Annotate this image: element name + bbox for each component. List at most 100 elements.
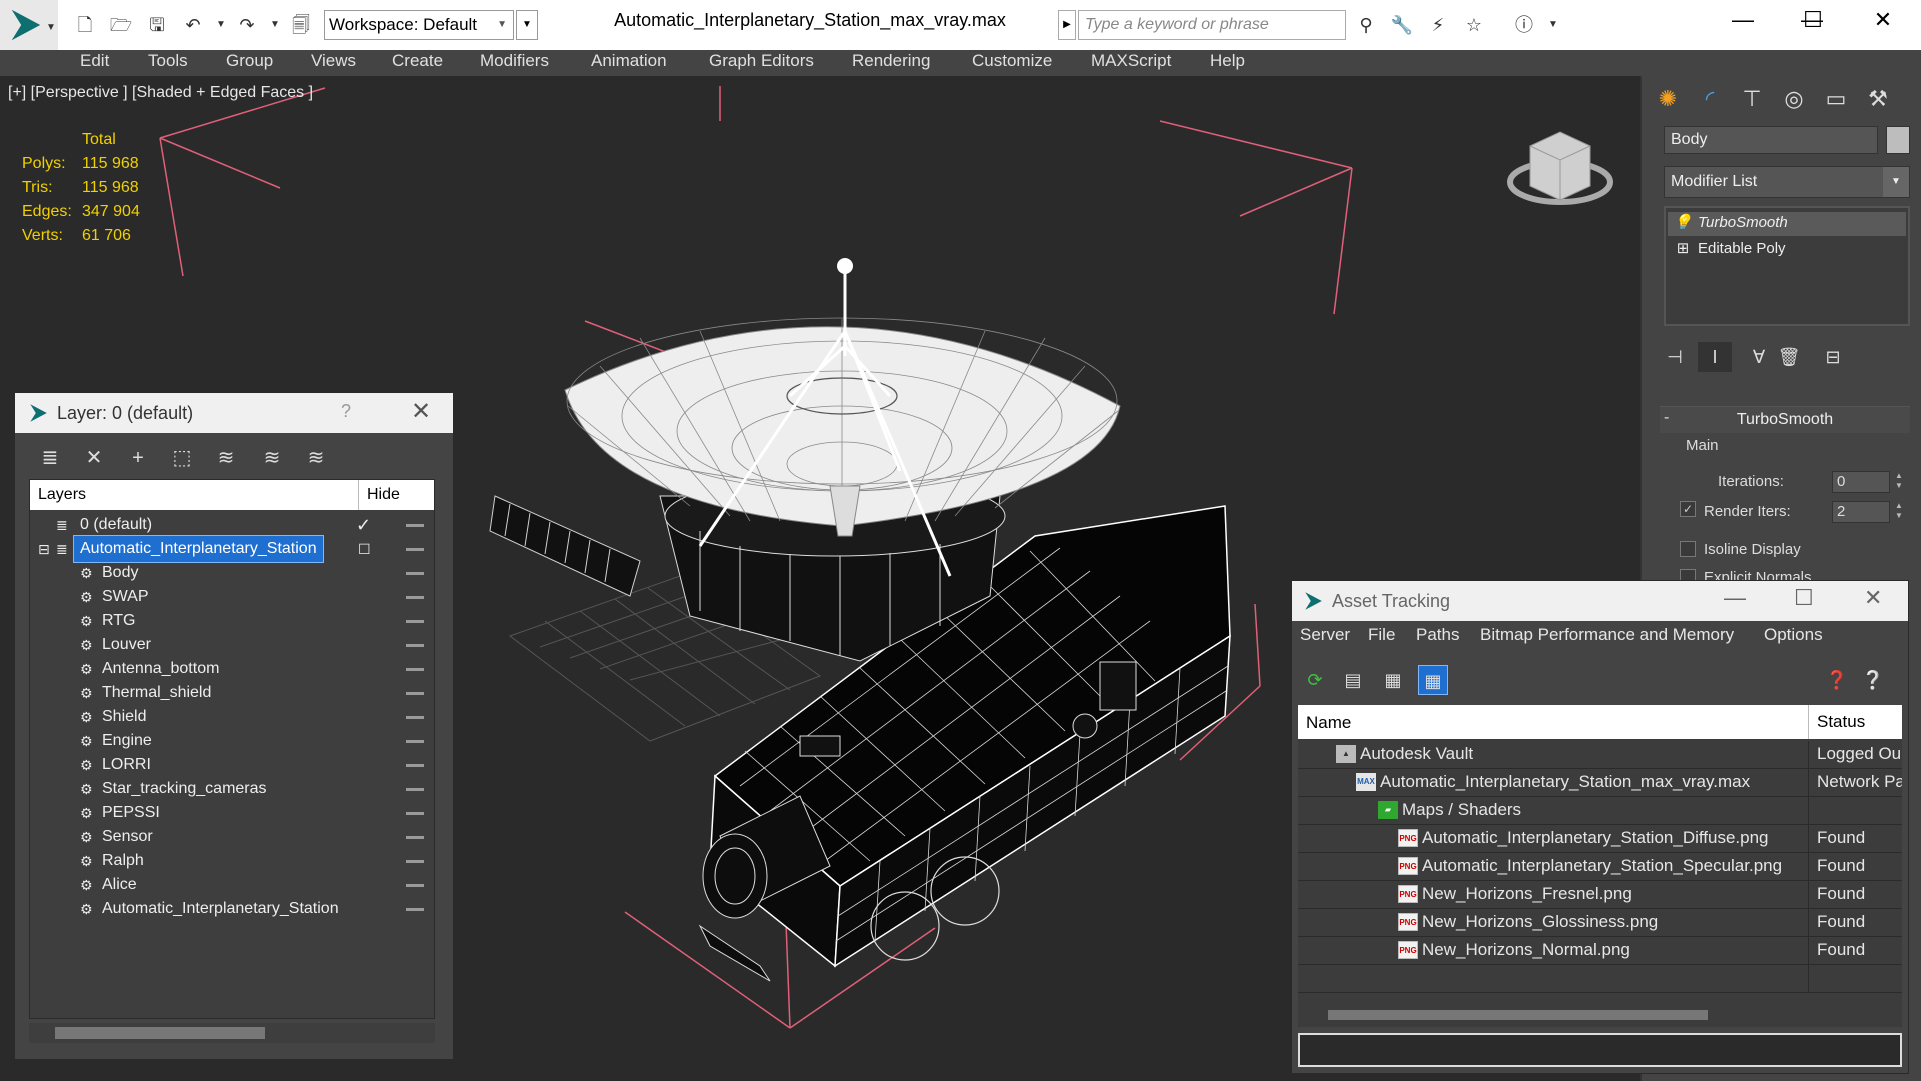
asset-row-png[interactable]: PNG Automatic_Interplanetary_Station_Spe… [1298,853,1902,881]
redo-dropdown-icon[interactable]: ▼ [262,12,288,38]
modify-tab-icon[interactable]: ◜ [1692,82,1728,116]
asset-menu-paths[interactable]: Paths [1416,625,1459,645]
hide-toggle[interactable] [406,764,424,767]
create-tab-icon[interactable]: ✺ [1650,82,1686,116]
menu-group[interactable]: Group [226,50,273,76]
hide-toggle[interactable] [406,572,424,575]
hide-toggle[interactable] [406,668,424,671]
col-name[interactable]: Name [1306,713,1351,733]
open-file-icon[interactable]: 🗁 [108,12,134,38]
search-expand-button[interactable]: ▶ [1058,10,1076,40]
hide-toggle[interactable] [406,548,424,551]
asset-horizontal-scrollbar[interactable] [1298,1005,1902,1025]
undo-icon[interactable]: ↶ [180,12,206,38]
hide-toggle[interactable] [406,620,424,623]
hide-toggle[interactable] [406,596,424,599]
make-unique-icon[interactable]: ∀ [1742,342,1776,372]
asset-menu-file[interactable]: File [1368,625,1395,645]
help-tool-icon[interactable]: ❓ [1822,665,1852,695]
maximize-icon[interactable]: ☐ [1794,585,1814,611]
menu-help[interactable]: Help [1210,50,1245,76]
refresh-icon[interactable]: ⟳ [1300,665,1330,695]
motion-tab-icon[interactable]: ◎ [1776,82,1812,116]
iterations-spinner-arrows[interactable]: ▲ ▼ [1892,471,1906,493]
help-icon[interactable]: ⓘ [1511,12,1537,38]
active-layer-check-icon[interactable]: ✓ [356,512,371,538]
render-iters-spinner[interactable]: 2 [1832,501,1890,523]
asset-dialog-titlebar[interactable]: Asset Tracking — ☐ ✕ [1292,581,1908,621]
hierarchy-tab-icon[interactable]: ⊤ [1734,82,1770,116]
help-icon[interactable]: ? [341,401,351,422]
show-end-result-icon[interactable]: I [1698,342,1732,372]
remove-modifier-icon[interactable]: 🗑 [1772,342,1806,372]
close-icon[interactable]: ✕ [1864,585,1882,611]
object-name-field[interactable]: Body [1664,126,1878,154]
workspace-dropdown[interactable]: Workspace: Default ▼ [324,10,514,40]
layer-item[interactable]: ⚙ Automatic_Interplanetary_Station [30,896,434,924]
minimize-icon[interactable]: — [1724,585,1746,611]
highlight-layer-icon[interactable]: ≋ [211,443,241,473]
menu-maxscript[interactable]: MAXScript [1091,50,1171,76]
select-objects-icon[interactable]: ⬚ [167,443,197,473]
hide-toggle[interactable] [406,644,424,647]
asset-row-maps[interactable]: ▰ Maps / Shaders [1298,797,1902,825]
close-window-button[interactable]: ✕ [1848,0,1918,40]
communication-icon[interactable]: ⚡ [1425,12,1451,38]
search-input[interactable] [1078,10,1346,40]
menu-animation[interactable]: Animation [591,50,667,76]
scrollbar-thumb[interactable] [55,1027,265,1039]
menu-edit[interactable]: Edit [80,50,109,76]
new-layer-icon[interactable]: ≣ [35,443,65,473]
hide-toggle[interactable] [406,860,424,863]
thumbnail-view-icon[interactable]: ▦ [1378,665,1408,695]
asset-row-png[interactable]: PNG New_Horizons_Normal.png Found [1298,937,1902,965]
set-active-layer-icon[interactable]: ☐ [358,536,371,562]
hide-toggle[interactable] [406,716,424,719]
menu-customize[interactable]: Customize [972,50,1052,76]
app-menu-button[interactable]: ▼ [0,0,58,50]
display-tab-icon[interactable]: ▭ [1818,82,1854,116]
undo-dropdown-icon[interactable]: ▼ [208,12,234,38]
maximize-window-button[interactable]: ☐ [1778,0,1848,40]
expand-plus-icon[interactable]: ⊞ [1668,238,1698,260]
freeze-all-layers-icon[interactable]: ≋ [301,443,331,473]
menu-create[interactable]: Create [392,50,443,76]
pin-stack-icon[interactable]: ⊣ [1658,342,1692,372]
project-folder-icon[interactable]: 🗐 [288,12,314,38]
viewport-label[interactable]: [+] [Perspective ] [Shaded + Edged Faces… [8,84,313,102]
asset-row-vault[interactable]: ▲ Autodesk Vault Logged Ou [1298,741,1902,769]
menu-views[interactable]: Views [311,50,356,76]
menu-graph-editors[interactable]: Graph Editors [709,50,814,76]
binoculars-icon[interactable]: ⚲ [1353,12,1379,38]
hide-toggle[interactable] [406,884,424,887]
hide-toggle[interactable] [406,788,424,791]
col-status[interactable]: Status [1808,705,1865,739]
collapse-minus-icon[interactable]: ⊟ [38,536,50,562]
delete-layer-icon[interactable]: ✕ [79,443,109,473]
close-icon[interactable]: ✕ [411,397,431,426]
asset-row-png[interactable]: PNG New_Horizons_Fresnel.png Found [1298,881,1902,909]
hide-all-layers-icon[interactable]: ≋ [257,443,287,473]
vault-help-icon[interactable]: ❔ [1858,665,1888,695]
hide-toggle[interactable] [406,524,424,527]
menu-modifiers[interactable]: Modifiers [480,50,549,76]
hide-toggle[interactable] [406,908,424,911]
list-view-icon[interactable]: ▤ [1338,665,1368,695]
viewcube[interactable] [1507,131,1613,205]
hide-toggle[interactable] [406,836,424,839]
hide-toggle[interactable] [406,692,424,695]
save-file-icon[interactable]: 🖫 [144,12,170,38]
render-iters-checkbox[interactable]: ✓ [1680,501,1696,517]
help-dropdown-icon[interactable]: ▼ [1540,12,1566,38]
asset-row-max-file[interactable]: MAX Automatic_Interplanetary_Station_max… [1298,769,1902,797]
scrollbar-thumb[interactable] [1328,1010,1708,1020]
stack-item-turbosmooth[interactable]: 💡 TurboSmooth [1668,212,1906,236]
asset-row-png[interactable]: PNG New_Horizons_Glossiness.png Found [1298,909,1902,937]
layer-horizontal-scrollbar[interactable] [29,1023,435,1043]
asset-menu-bitmap-performance[interactable]: Bitmap Performance and Memory [1480,625,1734,645]
tools-icon[interactable]: 🔧 [1389,12,1415,38]
modifier-list-dropdown[interactable]: Modifier List ▼ [1664,166,1910,198]
asset-menu-server[interactable]: Server [1300,625,1350,645]
lightbulb-icon[interactable]: 💡 [1668,212,1698,234]
add-to-layer-icon[interactable]: + [123,443,153,473]
